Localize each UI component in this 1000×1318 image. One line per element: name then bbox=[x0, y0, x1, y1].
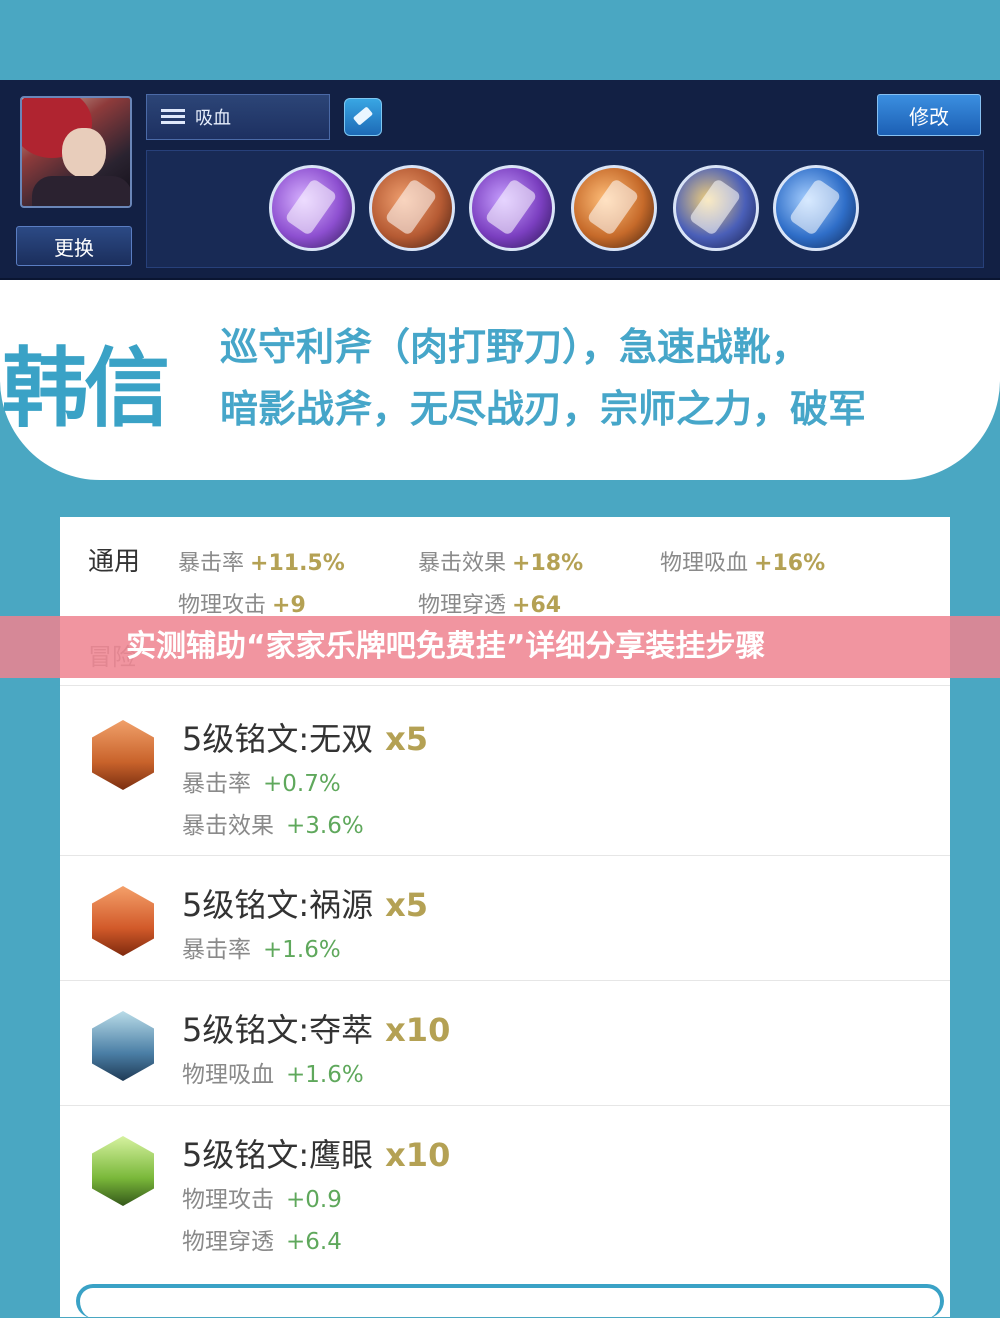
rune-duocui-icon bbox=[92, 1011, 154, 1081]
build-tag-selector[interactable]: 吸血 bbox=[146, 94, 330, 140]
rune-stat: 暴击效果 +3.6% bbox=[182, 813, 364, 839]
rune-row[interactable]: 5级铭文:祸源 x5 暴击率 +1.6% bbox=[60, 855, 950, 980]
shadow-axe-item-icon[interactable] bbox=[469, 165, 555, 251]
rune-name: 5级铭文:夺萃 x10 bbox=[182, 1011, 451, 1049]
rune-stat: 物理吸血 +1.6% bbox=[182, 1062, 364, 1088]
general-section-title: 通用 bbox=[88, 547, 141, 577]
rune-row[interactable]: 5级铭文:鹰眼 x10 物理攻击 +0.9 物理穿透 +6.4 bbox=[60, 1105, 950, 1276]
list-icon bbox=[161, 108, 185, 126]
build-line-1: 巡守利斧（肉打野刀），急速战靴， bbox=[220, 325, 810, 369]
build-tag-label: 吸血 bbox=[195, 108, 231, 129]
rune-wushuang-icon bbox=[92, 720, 154, 790]
boots-item-icon[interactable] bbox=[369, 165, 455, 251]
stat-crit-rate: 暴击率 +11.5% bbox=[178, 551, 345, 576]
stat-attack: 物理攻击 +9 bbox=[178, 593, 306, 618]
game-build-panel: 更换 吸血 修改 bbox=[0, 80, 1000, 280]
equipment-row bbox=[146, 150, 984, 268]
bottom-card-edge bbox=[76, 1284, 944, 1318]
armor-breaker-item-icon[interactable] bbox=[773, 165, 859, 251]
rune-name: 5级铭文:无双 x5 bbox=[182, 720, 429, 758]
hero-avatar[interactable] bbox=[20, 96, 132, 208]
build-line-2: 暗影战斧，无尽战刃，宗师之力，破军 bbox=[220, 387, 867, 431]
rune-row[interactable]: 5级铭文:无双 x5 暴击率 +0.7% 暴击效果 +3.6% bbox=[60, 685, 950, 854]
hero-build-text: 巡守利斧（肉打野刀），急速战靴， 暗影战斧，无尽战刃，宗师之力，破军 bbox=[220, 316, 980, 440]
master-power-item-icon[interactable] bbox=[673, 165, 759, 251]
axe-item-icon[interactable] bbox=[269, 165, 355, 251]
rune-huoyuan-icon bbox=[92, 886, 154, 956]
hero-name: 韩信 bbox=[2, 339, 170, 439]
infinity-blade-item-icon[interactable] bbox=[571, 165, 657, 251]
edit-icon[interactable] bbox=[344, 98, 382, 136]
stat-penetration: 物理穿透 +64 bbox=[418, 593, 562, 618]
hero-build-card: 韩信 巡守利斧（肉打野刀），急速战靴， 暗影战斧，无尽战刃，宗师之力，破军 bbox=[0, 280, 1000, 480]
rune-stat: 暴击率 +0.7% bbox=[182, 771, 341, 797]
top-background bbox=[0, 0, 1000, 80]
rune-stat: 物理穿透 +6.4 bbox=[182, 1229, 342, 1255]
stat-lifesteal: 物理吸血 +16% bbox=[660, 551, 826, 576]
change-hero-button[interactable]: 更换 bbox=[16, 226, 132, 266]
rune-name: 5级铭文:鹰眼 x10 bbox=[182, 1136, 451, 1174]
rune-stat: 物理攻击 +0.9 bbox=[182, 1187, 342, 1213]
rune-row[interactable]: 5级铭文:夺萃 x10 物理吸血 +1.6% bbox=[60, 980, 950, 1105]
rune-name: 5级铭文:祸源 x5 bbox=[182, 886, 429, 924]
banner-text: 实测辅助“家家乐牌吧免费挂”详细分享装挂步骤 bbox=[126, 629, 766, 664]
modify-button[interactable]: 修改 bbox=[877, 94, 981, 136]
stat-crit-effect: 暴击效果 +18% bbox=[418, 551, 584, 576]
rune-yingyan-icon bbox=[92, 1136, 154, 1206]
overlay-banner: 实测辅助“家家乐牌吧免费挂”详细分享装挂步骤 bbox=[0, 616, 1000, 678]
rune-stat: 暴击率 +1.6% bbox=[182, 937, 341, 963]
